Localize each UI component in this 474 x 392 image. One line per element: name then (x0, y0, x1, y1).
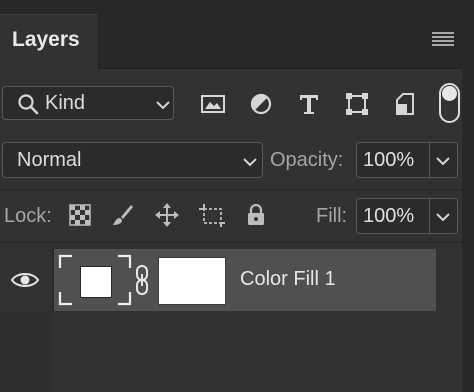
link-chain-icon[interactable] (133, 263, 151, 297)
divider (0, 189, 462, 190)
panel-tab-bar: Layers (0, 0, 462, 69)
lock-position-icon[interactable] (154, 202, 180, 228)
blend-mode-label: Normal (17, 149, 82, 171)
opacity-field[interactable]: 100% (356, 142, 458, 178)
divider (52, 249, 54, 311)
layer-mask-thumbnail[interactable] (158, 257, 226, 305)
adjustment-filter-icon[interactable] (247, 90, 275, 118)
filter-kind-label: Kind (45, 92, 86, 114)
filter-toggle-switch[interactable] (439, 83, 460, 123)
eye-icon[interactable] (10, 270, 40, 290)
visibility-column (0, 249, 52, 311)
type-filter-icon[interactable] (295, 90, 323, 118)
search-icon (18, 94, 39, 115)
hamburger-menu-icon[interactable] (432, 32, 454, 46)
chevron-down-icon (156, 101, 170, 110)
smart-object-filter-icon[interactable] (391, 90, 419, 118)
fill-value[interactable]: 100% (363, 205, 414, 228)
lock-artboard-icon[interactable] (199, 202, 225, 228)
fill-label: Fill: (316, 205, 348, 227)
chevron-down-icon[interactable] (435, 211, 451, 223)
toggle-knob (442, 86, 457, 101)
panel-edge (462, 0, 474, 392)
fill-color-thumbnail[interactable] (80, 266, 112, 298)
filter-kind-select[interactable]: Kind (2, 86, 174, 120)
panel-title: Layers (12, 28, 80, 51)
opacity-value[interactable]: 100% (363, 149, 414, 172)
lock-label: Lock: (4, 205, 52, 227)
chevron-down-icon (243, 158, 257, 167)
opacity-label: Opacity: (270, 149, 344, 171)
lock-all-icon[interactable] (243, 202, 269, 228)
lock-transparent-pixels-icon[interactable] (67, 202, 93, 228)
fill-field[interactable]: 100% (356, 198, 458, 234)
lock-image-pixels-icon[interactable] (109, 202, 135, 228)
layer-name[interactable]: Color Fill 1 (240, 268, 336, 291)
empty-visibility-column (0, 311, 52, 392)
image-filter-icon[interactable] (199, 90, 227, 118)
divider (0, 242, 462, 243)
chevron-down-icon[interactable] (435, 155, 451, 167)
shape-filter-icon[interactable] (343, 90, 371, 118)
blend-mode-select[interactable]: Normal (2, 142, 263, 178)
